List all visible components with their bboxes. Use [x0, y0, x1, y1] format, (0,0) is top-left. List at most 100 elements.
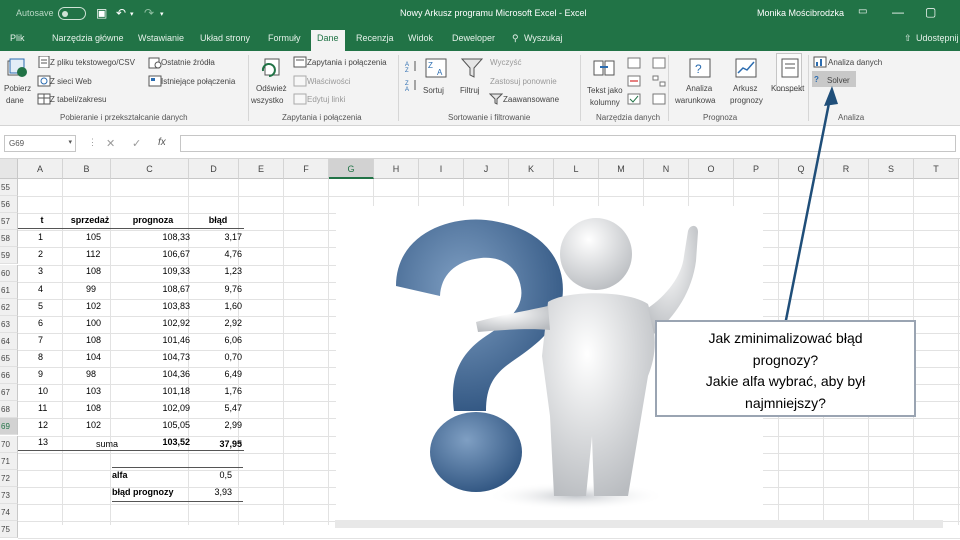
column-header-g[interactable]: G — [329, 159, 374, 179]
column-header-n[interactable]: N — [644, 159, 689, 179]
table-cell-sales[interactable]: 103 — [66, 383, 114, 400]
table-cell-error[interactable]: 1,76 — [192, 383, 244, 400]
header-t[interactable]: t — [18, 212, 66, 229]
column-header-b[interactable]: B — [63, 159, 111, 179]
table-cell-sales[interactable]: 108 — [66, 263, 114, 280]
table-cell-t[interactable]: 6 — [18, 315, 66, 332]
table-cell-forecast[interactable]: 109,33 — [114, 263, 192, 280]
tab-data[interactable]: Dane — [311, 30, 345, 51]
enter-icon[interactable]: ✓ — [132, 137, 141, 150]
table-cell-error[interactable]: 6,49 — [192, 366, 244, 383]
column-header-l[interactable]: L — [554, 159, 599, 179]
column-header-o[interactable]: O — [689, 159, 734, 179]
row-header-66[interactable]: 66 — [0, 367, 18, 385]
data-analysis-button[interactable]: Analiza danych — [828, 58, 882, 67]
undo-dropdown-icon[interactable]: ▾ — [130, 10, 134, 18]
row-header-68[interactable]: 68 — [0, 401, 18, 419]
row-header-55[interactable]: 55 — [0, 179, 18, 197]
error-value[interactable]: 3,93 — [192, 484, 232, 501]
table-cell-t[interactable]: 10 — [18, 383, 66, 400]
alpha-label[interactable]: alfa — [112, 467, 192, 484]
insert-function-icon[interactable]: fx — [158, 137, 166, 148]
tab-view[interactable]: Widok — [408, 33, 433, 43]
column-header-m[interactable]: M — [599, 159, 644, 179]
table-cell-forecast[interactable]: 106,67 — [114, 246, 192, 263]
header-error[interactable]: błąd — [192, 212, 244, 229]
table-cell-error[interactable]: 0,70 — [192, 349, 244, 366]
redo-icon[interactable]: ↷ — [144, 6, 154, 20]
table-cell-t[interactable]: 5 — [18, 298, 66, 315]
table-cell-forecast[interactable]: 105,05 — [114, 417, 192, 434]
tab-developer[interactable]: Deweloper — [452, 33, 495, 43]
table-cell-sales[interactable]: 108 — [66, 332, 114, 349]
column-header-d[interactable]: D — [189, 159, 239, 179]
recent-sources-button[interactable]: Ostatnie źródła — [161, 58, 215, 67]
tab-file[interactable]: Plik — [10, 33, 25, 43]
table-cell-sales[interactable]: 102 — [66, 417, 114, 434]
edit-links-button[interactable]: Edytuj linki — [307, 95, 345, 104]
share-button[interactable]: Udostępnij — [916, 33, 959, 43]
column-header-t[interactable]: T — [914, 159, 959, 179]
row-header-71[interactable]: 71 — [0, 452, 18, 470]
tab-insert[interactable]: Wstawianie — [138, 33, 184, 43]
row-header-65[interactable]: 65 — [0, 350, 18, 368]
table-cell-forecast[interactable]: 102,92 — [114, 315, 192, 332]
column-header-s[interactable]: S — [869, 159, 914, 179]
reapply-button[interactable]: Zastosuj ponownie — [490, 77, 557, 86]
column-header-c[interactable]: C — [111, 159, 189, 179]
ribbon-display-icon[interactable]: ▭ — [858, 6, 867, 17]
advanced-button[interactable]: Zaawansowane — [503, 95, 559, 104]
save-icon[interactable]: ▣ — [96, 6, 107, 20]
table-cell-t[interactable]: 4 — [18, 281, 66, 298]
column-header-k[interactable]: K — [509, 159, 554, 179]
row-header-75[interactable]: 75 — [0, 521, 18, 539]
row-header-62[interactable]: 62 — [0, 298, 18, 316]
row-header-73[interactable]: 73 — [0, 486, 18, 504]
table-cell-error[interactable]: 4,76 — [192, 246, 244, 263]
table-cell-error[interactable]: 5,47 — [192, 400, 244, 417]
table-cell-error[interactable]: 2,92 — [192, 315, 244, 332]
row-header-56[interactable]: 56 — [0, 196, 18, 214]
table-cell-t[interactable]: 13 — [18, 434, 66, 452]
properties-button[interactable]: Właściwości — [307, 77, 351, 86]
cancel-icon[interactable]: ✕ — [106, 137, 115, 150]
table-cell-t[interactable]: 2 — [18, 246, 66, 263]
tab-review[interactable]: Recenzja — [356, 33, 394, 43]
table-cell-t[interactable]: 1 — [18, 229, 66, 246]
tab-tell-me[interactable]: Wyszukaj — [524, 33, 562, 43]
clear-button[interactable]: Wyczyść — [490, 58, 521, 67]
sum-label[interactable]: suma — [96, 436, 146, 453]
tab-formulas[interactable]: Formuły — [268, 33, 301, 43]
table-cell-sales[interactable]: 100 — [66, 315, 114, 332]
table-cell-sales[interactable]: 99 — [66, 281, 114, 298]
table-cell-sales[interactable]: 98 — [66, 366, 114, 383]
table-cell-error[interactable]: 3,17 — [192, 229, 244, 246]
column-header-e[interactable]: E — [239, 159, 284, 179]
maximize-icon[interactable]: ▢ — [925, 5, 936, 19]
from-text-button[interactable]: Z pliku tekstowego/CSV — [50, 58, 135, 67]
table-cell-error[interactable]: 1,60 — [192, 298, 244, 315]
header-sales[interactable]: sprzedaż — [66, 212, 114, 229]
tab-home[interactable]: Narzędzia główne — [52, 33, 124, 43]
row-header-64[interactable]: 64 — [0, 332, 18, 350]
quick-access-menu-icon[interactable]: ▾ — [160, 10, 164, 18]
tab-page-layout[interactable]: Układ strony — [200, 33, 250, 43]
name-box-dropdown-icon[interactable]: ▾ — [68, 138, 72, 146]
row-header-63[interactable]: 63 — [0, 315, 18, 333]
error-label[interactable]: błąd prognozy — [112, 484, 192, 501]
user-name[interactable]: Monika Mościbrodzka — [757, 8, 844, 18]
column-header-i[interactable]: I — [419, 159, 464, 179]
row-header-57[interactable]: 57 — [0, 213, 18, 231]
column-header-a[interactable]: A — [18, 159, 63, 179]
table-cell-error[interactable]: 2,99 — [192, 417, 244, 434]
row-header-61[interactable]: 61 — [0, 281, 18, 299]
table-cell-forecast[interactable]: 104,36 — [114, 366, 192, 383]
row-header-72[interactable]: 72 — [0, 469, 18, 487]
from-web-button[interactable]: Z sieci Web — [50, 77, 92, 86]
autosave-toggle[interactable] — [58, 7, 86, 20]
undo-icon[interactable]: ↶ — [116, 6, 126, 20]
queries-connections-button[interactable]: Zapytania i połączenia — [307, 58, 387, 67]
name-box[interactable]: G69 ▾ — [4, 135, 76, 152]
table-cell-forecast[interactable]: 108,67 — [114, 281, 192, 298]
row-header-58[interactable]: 58 — [0, 230, 18, 248]
